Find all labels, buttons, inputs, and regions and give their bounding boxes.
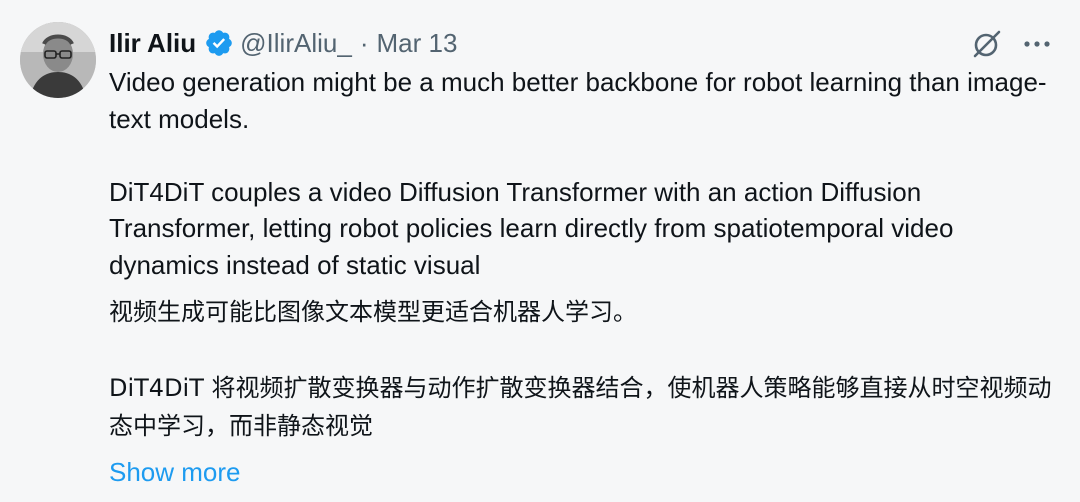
verified-badge-icon xyxy=(204,28,234,58)
tweet-header: Ilir Aliu @IlirAliu_ · Mar 13 xyxy=(109,26,457,60)
grok-icon[interactable] xyxy=(970,27,1004,61)
translation-paragraph-2: DiT4DiT 将视频扩散变换器与动作扩散变换器结合，使机器人策略能够直接从时空… xyxy=(109,374,1052,440)
translation-paragraph-1: 视频生成可能比图像文本模型更适合机器人学习。 xyxy=(109,298,637,326)
show-more-link[interactable]: Show more xyxy=(109,457,241,488)
more-options-icon[interactable] xyxy=(1020,30,1054,58)
tweet-text: Video generation might be a much better … xyxy=(109,64,1059,445)
tweet: Ilir Aliu @IlirAliu_ · Mar 13 Video gene… xyxy=(0,0,1080,502)
author-handle[interactable]: @IlirAliu_ xyxy=(240,28,352,59)
avatar[interactable] xyxy=(20,22,96,98)
avatar-image xyxy=(20,22,96,98)
translation-block: 视频生成可能比图像文本模型更适合机器人学习。 DiT4DiT 将视频扩散变换器与… xyxy=(109,293,1059,445)
separator-dot: · xyxy=(359,27,369,58)
tweet-date[interactable]: Mar 13 xyxy=(376,28,457,59)
author-name[interactable]: Ilir Aliu xyxy=(109,28,196,59)
tweet-paragraph-1: Video generation might be a much better … xyxy=(109,67,1047,134)
tweet-paragraph-2: DiT4DiT couples a video Diffusion Transf… xyxy=(109,176,961,280)
